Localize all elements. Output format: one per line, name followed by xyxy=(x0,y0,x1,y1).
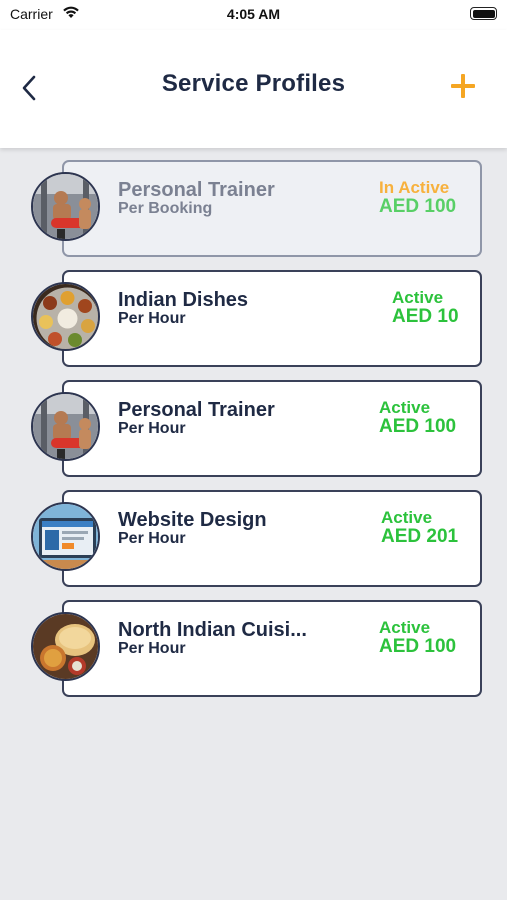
trainer-photo xyxy=(31,172,100,241)
profile-price: AED 10 xyxy=(392,306,459,327)
website-design-photo xyxy=(31,502,100,571)
profile-rate: Per Hour xyxy=(118,640,186,657)
profile-card[interactable]: Personal Trainer Per Booking In Active A… xyxy=(62,160,482,257)
profile-title: Website Design xyxy=(118,509,267,531)
profile-card[interactable]: North Indian Cuisi... Per Hour Active AE… xyxy=(62,600,482,697)
profile-status: Active xyxy=(379,398,431,417)
profile-card[interactable]: Website Design Per Hour Active AED 201 xyxy=(62,490,482,587)
battery-icon xyxy=(470,7,497,20)
profile-status: Active xyxy=(381,508,433,527)
profile-price: AED 100 xyxy=(379,196,457,217)
page-title: Service Profiles xyxy=(161,70,346,97)
profile-title: Personal Trainer xyxy=(118,179,275,201)
profile-price: AED 201 xyxy=(381,526,459,547)
profile-rate: Per Booking xyxy=(118,200,213,217)
profile-price: AED 100 xyxy=(379,416,457,437)
profile-card[interactable]: Personal Trainer Per Hour Active AED 100 xyxy=(62,380,482,477)
profile-status: Active xyxy=(392,288,444,307)
profile-status: Active xyxy=(379,618,431,637)
add-profile-button[interactable] xyxy=(447,70,479,102)
profile-title: Indian Dishes xyxy=(118,289,249,311)
trainer-photo xyxy=(31,392,100,461)
profile-price: AED 100 xyxy=(379,636,457,657)
profile-title: Personal Trainer xyxy=(118,399,275,421)
profile-status: In Active xyxy=(379,178,450,197)
north-indian-food-photo xyxy=(31,612,100,681)
nav-bar: Service Profiles xyxy=(0,30,507,148)
status-bar: Carrier 4:05 AM xyxy=(0,0,507,30)
profile-title: North Indian Cuisi... xyxy=(118,619,307,641)
profile-card[interactable]: Indian Dishes Per Hour Active AED 10 xyxy=(62,270,482,367)
profile-rate: Per Hour xyxy=(118,420,186,437)
profile-rate: Per Hour xyxy=(118,530,186,547)
status-time: 4:05 AM xyxy=(226,6,281,22)
profile-rate: Per Hour xyxy=(118,310,186,327)
plus-icon xyxy=(451,74,475,98)
indian-thali-photo xyxy=(31,282,100,351)
